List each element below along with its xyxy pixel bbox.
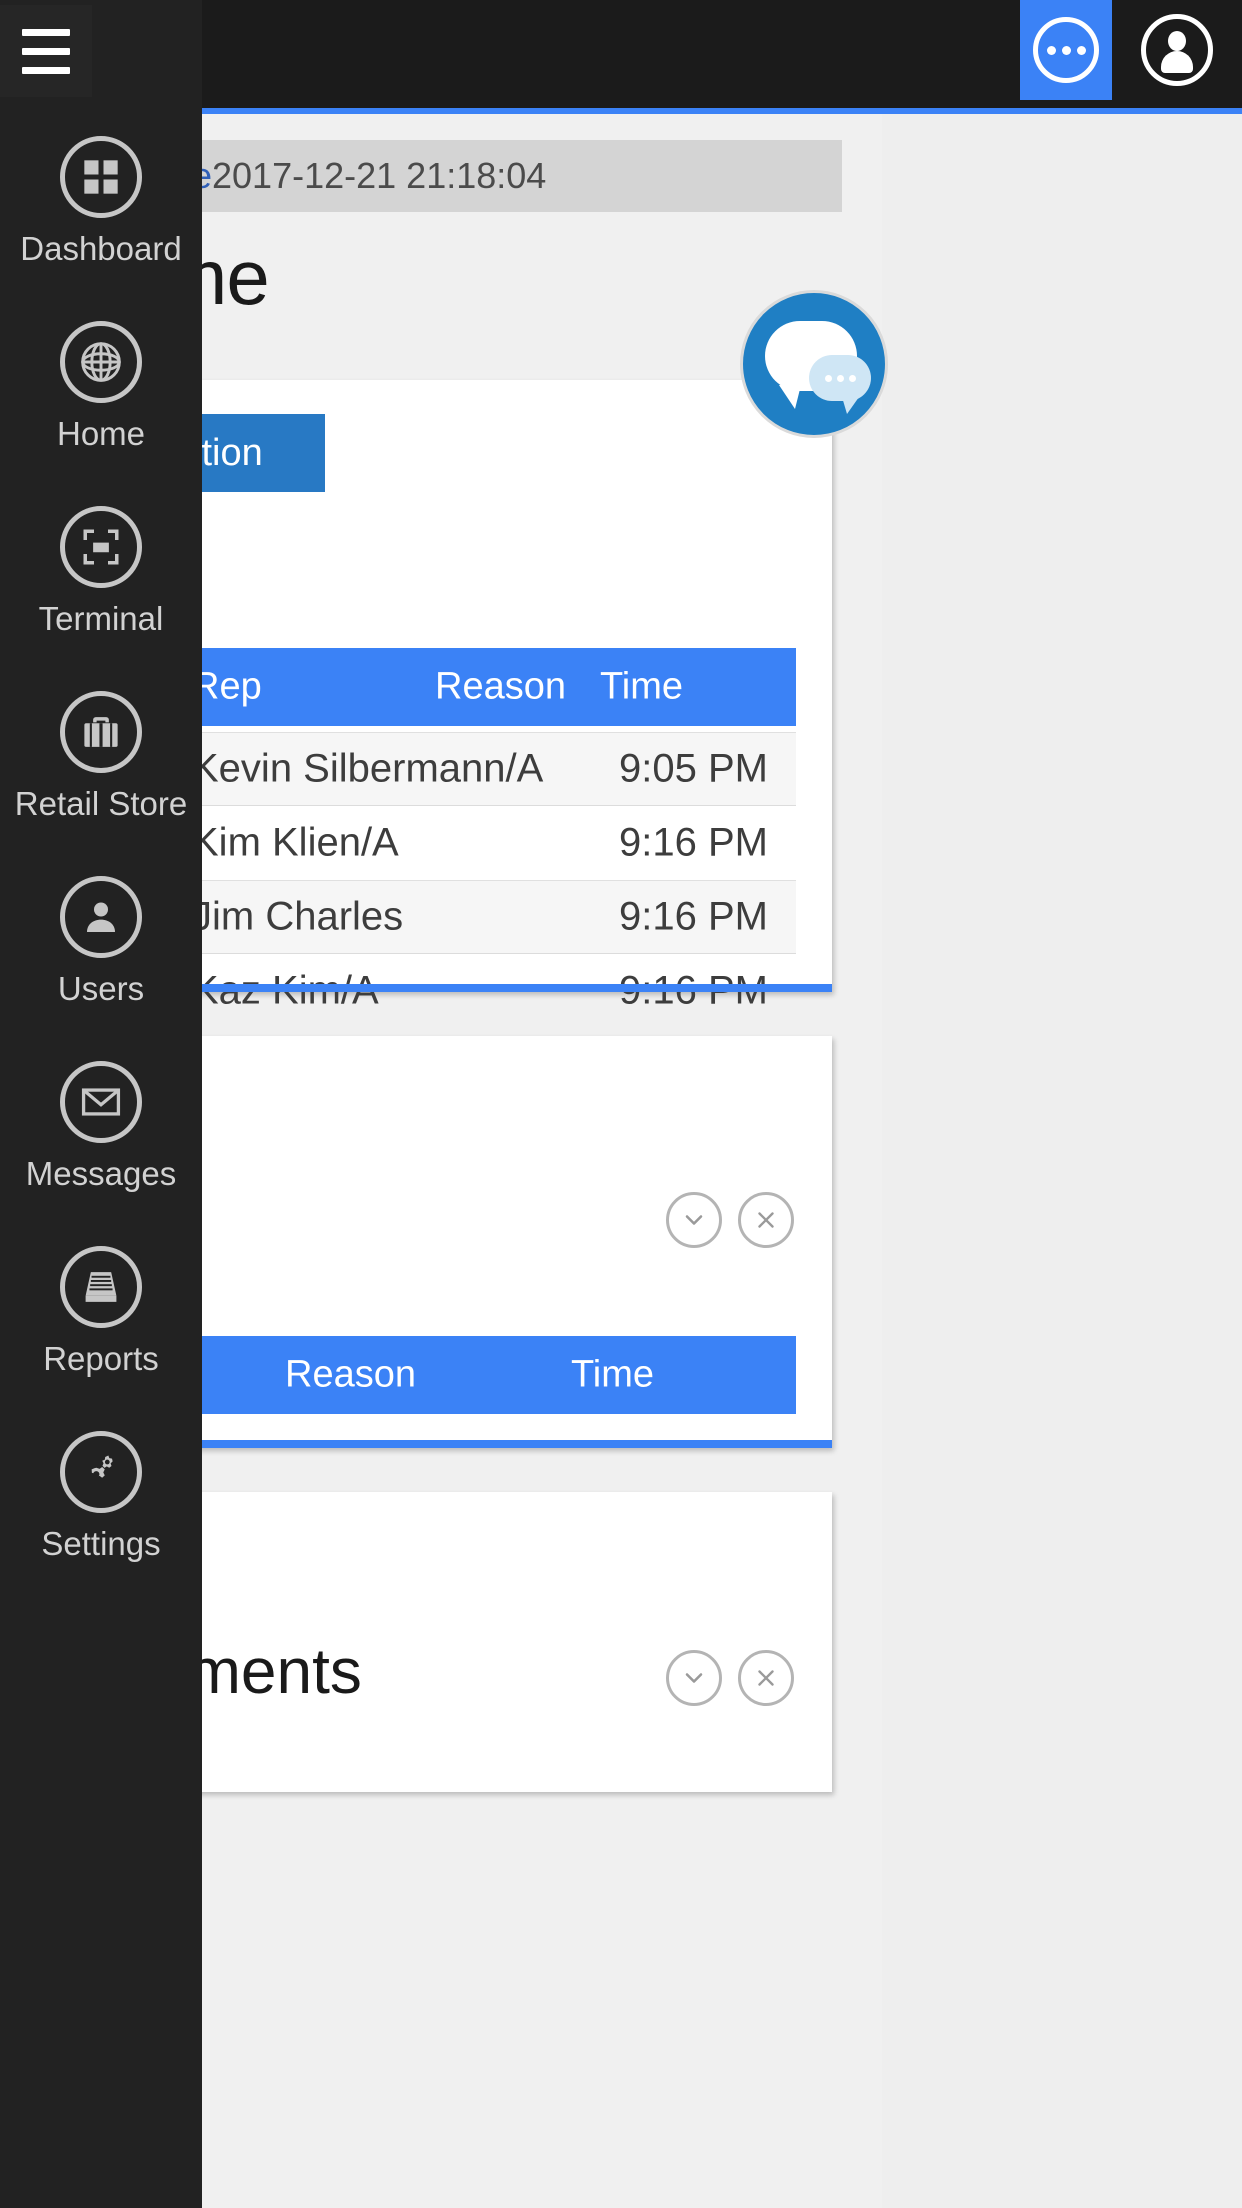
- gears-icon: [60, 1431, 142, 1513]
- sidebar-item-label: Retail Store: [14, 785, 188, 822]
- column-header-time: Time: [599, 665, 683, 708]
- app-bar-actions: [1020, 0, 1242, 108]
- sidebar-item-users[interactable]: Users: [0, 848, 202, 1033]
- column-header-reason: Reason: [285, 1353, 416, 1396]
- cell-time: 9:16 PM: [619, 820, 768, 865]
- sidebar-item-label: Dashboard: [20, 230, 182, 267]
- cell-time: 9:16 PM: [619, 894, 768, 939]
- sidebar-item-dashboard[interactable]: Dashboard: [0, 108, 202, 293]
- cell-rep: Kim Klien/A: [192, 820, 399, 865]
- more-horizontal-icon: [1033, 17, 1099, 83]
- cell-rep: Jim Charles: [192, 894, 404, 939]
- cell-rep: Kevin Silbermann/A: [192, 746, 544, 791]
- more-options-button[interactable]: [1020, 0, 1112, 100]
- globe-icon: [60, 321, 142, 403]
- chevron-down-circle-icon[interactable]: [666, 1650, 722, 1706]
- sidebar-item-label: Reports: [43, 1340, 159, 1377]
- sidebar-item-label: Users: [57, 970, 145, 1007]
- chat-fab[interactable]: [740, 290, 888, 438]
- account-button[interactable]: [1112, 0, 1242, 100]
- terminal-frame-icon: [60, 506, 142, 588]
- list-card-controls: [666, 1192, 794, 1248]
- briefcase-icon: [60, 691, 142, 773]
- breadcrumb-timestamp: 2017-12-21 21:18:04: [212, 155, 547, 196]
- hamburger-menu-icon: [22, 66, 70, 74]
- appointments-card-controls: [666, 1650, 794, 1706]
- chevron-down-circle-icon[interactable]: [666, 1192, 722, 1248]
- reports-tray-icon: [60, 1246, 142, 1328]
- envelope-icon: [60, 1061, 142, 1143]
- hamburger-menu-icon: [22, 28, 70, 36]
- sidebar-item-settings[interactable]: Settings: [0, 1403, 202, 1588]
- sidebar-item-label: Settings: [41, 1525, 161, 1562]
- sidebar-item-label: Terminal: [38, 600, 164, 637]
- column-header-reason: Reason: [435, 665, 566, 708]
- cell-time: 9:05 PM: [619, 746, 768, 791]
- close-circle-icon[interactable]: [738, 1192, 794, 1248]
- column-header-time: Time: [570, 1353, 654, 1396]
- hamburger-menu-icon: [22, 47, 70, 55]
- sidebar-item-reports[interactable]: Reports: [0, 1218, 202, 1403]
- app-screen: re 2017-12-21 21:18:04 ome Postion Rep R…: [0, 0, 1242, 2208]
- column-header-rep: Rep: [192, 665, 262, 708]
- dashboard-grid-icon: [60, 136, 142, 218]
- close-circle-icon[interactable]: [738, 1650, 794, 1706]
- hamburger-menu-button[interactable]: [0, 5, 92, 97]
- sidebar-item-terminal[interactable]: Terminal: [0, 478, 202, 663]
- sidebar-item-messages[interactable]: Messages: [0, 1033, 202, 1218]
- sidebar-item-retail-store[interactable]: Retail Store: [0, 663, 202, 848]
- navigation-drawer: Dashboard Home Terminal Retail Store Use…: [0, 0, 202, 2208]
- sidebar-item-label: Messages: [25, 1155, 177, 1192]
- user-account-icon: [1141, 14, 1213, 86]
- sidebar-item-home[interactable]: Home: [0, 293, 202, 478]
- user-icon: [60, 876, 142, 958]
- sidebar-item-label: Home: [56, 415, 146, 452]
- chat-bubble-small-icon: [809, 355, 871, 414]
